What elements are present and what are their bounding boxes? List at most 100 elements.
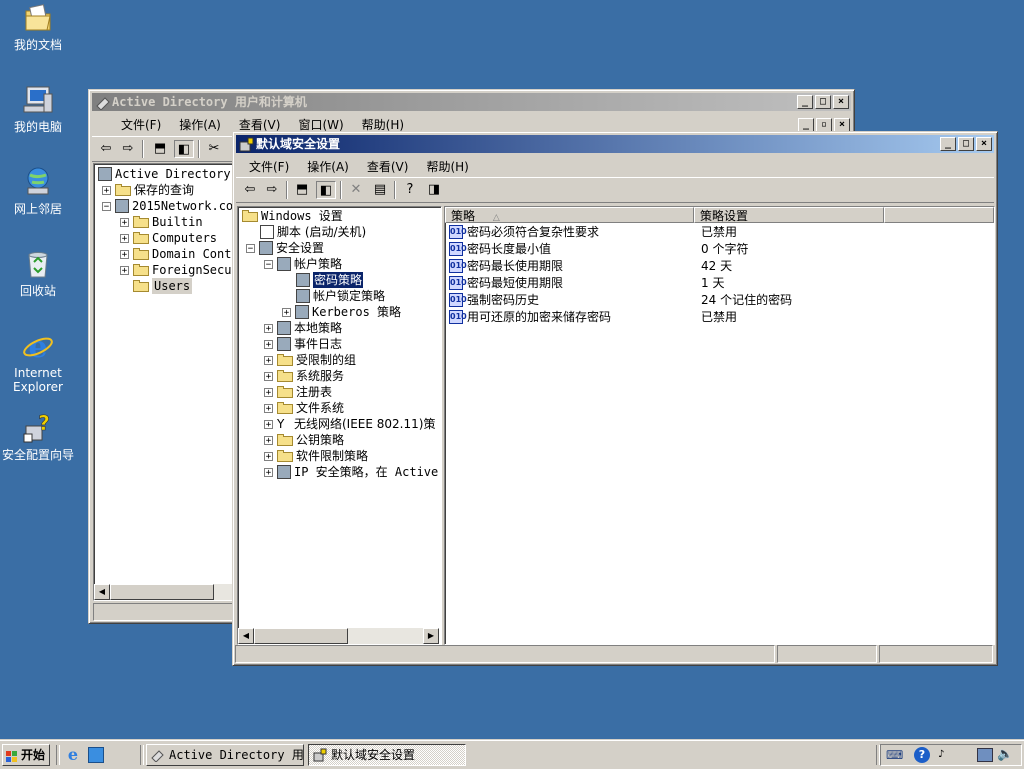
- quicklaunch-ie-icon[interactable]: e: [64, 746, 82, 764]
- scroll-left-icon[interactable]: ◀: [94, 584, 110, 600]
- tree-lockout-policy[interactable]: 帐户锁定策略: [296, 288, 385, 304]
- ad-tree-domain[interactable]: − 2015Network.com: [102, 198, 236, 214]
- back-icon[interactable]: ⇦: [240, 181, 260, 199]
- tree-public-key[interactable]: + 公钥策略: [264, 432, 344, 448]
- ad-tree-builtin[interactable]: + Builtin: [120, 214, 203, 230]
- expand-icon[interactable]: +: [120, 217, 129, 227]
- back-icon[interactable]: ⇦: [96, 140, 116, 158]
- tree-wireless-network[interactable]: + Y 无线网络(IEEE 802.11)策: [264, 416, 435, 432]
- list-row[interactable]: 010 用可还原的加密来储存密码 已禁用: [449, 309, 737, 325]
- show-tree-icon[interactable]: ◧: [174, 140, 194, 158]
- tree-software-restriction[interactable]: + 软件限制策略: [264, 448, 368, 464]
- menu-help[interactable]: 帮助(H): [353, 116, 413, 133]
- sec-tree-hscrollbar[interactable]: ◀ ▶: [238, 628, 439, 644]
- maximize-button[interactable]: □: [815, 95, 831, 109]
- action-pane-icon[interactable]: ◨: [424, 181, 444, 199]
- ad-tree-users[interactable]: Users: [120, 278, 193, 294]
- desktop-icon-my-documents[interactable]: 我的文档: [0, 2, 76, 52]
- expand-icon[interactable]: +: [120, 249, 129, 259]
- show-tree-icon[interactable]: ◧: [316, 181, 336, 199]
- close-button[interactable]: ×: [833, 95, 849, 109]
- desktop-icon-security-wizard[interactable]: ? 安全配置向导: [0, 411, 76, 462]
- taskbar-button-ad[interactable]: Active Directory 用...: [146, 744, 304, 766]
- expand-icon[interactable]: +: [282, 307, 291, 317]
- collapse-icon[interactable]: −: [246, 243, 255, 253]
- scroll-thumb[interactable]: [254, 628, 348, 644]
- list-row[interactable]: 010 密码最长使用期限 42 天: [449, 258, 732, 274]
- network-icon[interactable]: [977, 748, 993, 762]
- tree-registry[interactable]: + 注册表: [264, 384, 332, 400]
- ad-tree-foreign-security[interactable]: + ForeignSecuri: [120, 262, 236, 278]
- list-row[interactable]: 010 密码长度最小值 0 个字符: [449, 241, 748, 257]
- expand-icon[interactable]: +: [120, 265, 129, 275]
- tree-restricted-groups[interactable]: + 受限制的组: [264, 352, 356, 368]
- expand-icon[interactable]: +: [264, 467, 273, 477]
- scroll-thumb[interactable]: [110, 584, 214, 600]
- tree-windows-settings[interactable]: Windows 设置: [242, 208, 343, 224]
- minimize-button[interactable]: _: [940, 137, 956, 151]
- ad-tree-domain-controllers[interactable]: + Domain Contro: [120, 246, 236, 262]
- expand-icon[interactable]: +: [264, 371, 273, 381]
- collapse-icon[interactable]: −: [102, 201, 111, 211]
- expand-icon[interactable]: +: [264, 323, 273, 333]
- tree-kerberos-policy[interactable]: + Kerberos 策略: [282, 304, 401, 320]
- expand-icon[interactable]: +: [264, 339, 273, 349]
- tree-scripts[interactable]: 脚本 (启动/关机): [260, 224, 366, 240]
- expand-icon[interactable]: +: [264, 419, 273, 429]
- ad-window-titlebar[interactable]: Active Directory 用户和计算机 _ □ ×: [92, 93, 851, 111]
- child-minimize-button[interactable]: _: [798, 118, 814, 132]
- menu-view[interactable]: 查看(V): [230, 116, 290, 133]
- maximize-button[interactable]: □: [958, 137, 974, 151]
- tree-system-services[interactable]: + 系统服务: [264, 368, 344, 384]
- forward-icon[interactable]: ⇨: [118, 140, 138, 158]
- menu-file[interactable]: 文件(F): [112, 116, 170, 133]
- properties-icon[interactable]: ▤: [370, 181, 390, 199]
- volume-icon[interactable]: 🔈: [997, 747, 1015, 763]
- child-close-button[interactable]: ×: [834, 118, 850, 132]
- tree-local-policies[interactable]: + 本地策略: [264, 320, 342, 336]
- child-restore-button[interactable]: ▫: [816, 118, 832, 132]
- ad-tree-saved-queries[interactable]: + 保存的查询: [102, 182, 194, 198]
- up-folder-icon[interactable]: ⬒: [292, 181, 312, 199]
- tree-password-policy[interactable]: 密码策略: [296, 271, 365, 289]
- menu-action[interactable]: 操作(A): [298, 158, 358, 175]
- help-icon[interactable]: ?: [400, 181, 420, 199]
- taskbar-button-security[interactable]: 默认域安全设置: [308, 744, 466, 766]
- list-row[interactable]: 010 密码最短使用期限 1 天: [449, 275, 724, 291]
- minimize-button[interactable]: _: [797, 95, 813, 109]
- menu-view[interactable]: 查看(V): [358, 158, 418, 175]
- ad-tree-root[interactable]: Active Directory 用: [98, 166, 236, 182]
- list-row[interactable]: 010 密码必须符合复杂性要求 已禁用: [449, 224, 737, 240]
- tree-event-log[interactable]: + 事件日志: [264, 336, 342, 352]
- expand-icon[interactable]: +: [102, 185, 111, 195]
- desktop-icon-network-places[interactable]: 网上邻居: [0, 166, 76, 216]
- sec-window-titlebar[interactable]: 默认域安全设置 _ □ ×: [236, 135, 994, 153]
- desktop-icon-recycle-bin[interactable]: 回收站: [0, 248, 76, 298]
- up-folder-icon[interactable]: ⬒: [150, 140, 170, 158]
- tree-account-policies[interactable]: − 帐户策略: [264, 256, 342, 272]
- cut-icon[interactable]: ✂: [204, 140, 224, 158]
- expand-icon[interactable]: +: [264, 451, 273, 461]
- column-header-policy[interactable]: 策略 △: [445, 207, 694, 223]
- expand-icon[interactable]: +: [120, 233, 129, 243]
- expand-icon[interactable]: +: [264, 435, 273, 445]
- column-header-setting[interactable]: 策略设置: [694, 207, 884, 223]
- scroll-left-icon[interactable]: ◀: [238, 628, 254, 644]
- desktop-icon-my-computer[interactable]: 我的电脑: [0, 84, 76, 134]
- desktop-icon-internet-explorer[interactable]: e Internet Explorer: [0, 330, 76, 394]
- ad-tree-computers[interactable]: + Computers: [120, 230, 217, 246]
- start-button[interactable]: 开始: [2, 744, 50, 766]
- menu-action[interactable]: 操作(A): [170, 116, 230, 133]
- collapse-icon[interactable]: −: [264, 259, 273, 269]
- delete-icon[interactable]: ✕: [346, 181, 366, 199]
- expand-icon[interactable]: +: [264, 403, 273, 413]
- tree-file-system[interactable]: + 文件系统: [264, 400, 344, 416]
- menu-window[interactable]: 窗口(W): [289, 116, 352, 133]
- tree-ip-security[interactable]: + IP 安全策略，在 Active D: [264, 464, 441, 480]
- expand-icon[interactable]: +: [264, 387, 273, 397]
- close-button[interactable]: ×: [976, 137, 992, 151]
- quicklaunch-desktop-icon[interactable]: [88, 747, 104, 763]
- expand-icon[interactable]: +: [264, 355, 273, 365]
- tree-security-settings[interactable]: − 安全设置: [246, 240, 324, 256]
- menu-help[interactable]: 帮助(H): [417, 158, 477, 175]
